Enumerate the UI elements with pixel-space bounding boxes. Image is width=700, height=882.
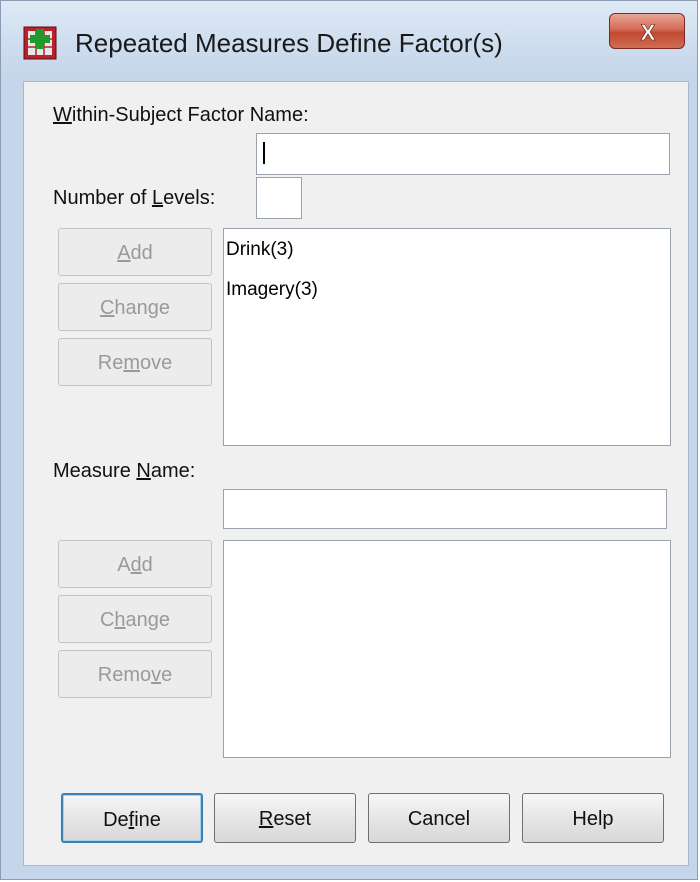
spss-define-factor-icon (23, 26, 57, 60)
help-button[interactable]: Help (522, 793, 664, 843)
measure-name-input[interactable] (223, 489, 667, 529)
measure-remove-button[interactable]: Remove (58, 650, 212, 698)
measure-listbox[interactable] (223, 540, 671, 758)
reset-button[interactable]: Reset (214, 793, 356, 843)
svg-text:X: X (641, 20, 656, 45)
text-caret (263, 142, 265, 164)
levels-input[interactable] (256, 177, 302, 219)
measure-add-button[interactable]: Add (58, 540, 212, 588)
factor-listbox[interactable]: Drink(3) Imagery(3) (223, 228, 671, 446)
window-title: Repeated Measures Define Factor(s) (75, 28, 503, 58)
factor-add-button[interactable]: Add (58, 228, 212, 276)
close-button[interactable]: X (609, 13, 685, 49)
define-button[interactable]: Define (61, 793, 203, 843)
list-item[interactable]: Drink(3) (224, 229, 670, 269)
factor-name-input[interactable] (256, 133, 670, 175)
close-icon: X (640, 20, 656, 46)
measure-change-button[interactable]: Change (58, 595, 212, 643)
factor-name-label: Within-Subject Factor Name: (53, 104, 309, 126)
factor-remove-button[interactable]: Remove (58, 338, 212, 386)
measure-name-label: Measure Name: (53, 460, 196, 482)
list-item[interactable]: Imagery(3) (224, 269, 670, 309)
dialog-body: Within-Subject Factor Name: Number of Le… (23, 81, 689, 866)
title-bar[interactable]: Repeated Measures Define Factor(s) X (1, 1, 697, 79)
dialog-window: Repeated Measures Define Factor(s) X Wit… (0, 0, 698, 880)
levels-label: Number of Levels: (53, 187, 216, 209)
factor-change-button[interactable]: Change (58, 283, 212, 331)
cancel-button[interactable]: Cancel (368, 793, 510, 843)
